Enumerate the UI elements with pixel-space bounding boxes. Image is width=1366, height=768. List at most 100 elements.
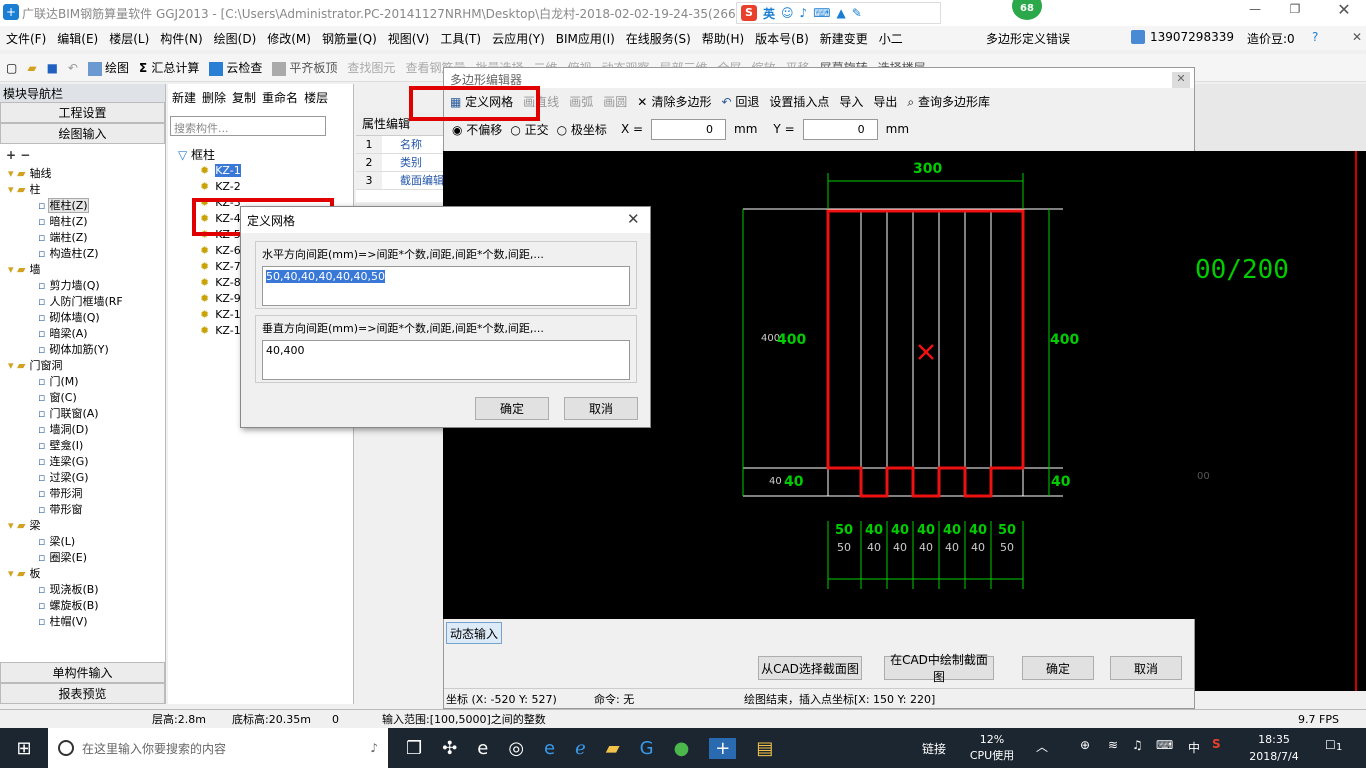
- mic-icon[interactable]: ♪: [800, 6, 808, 20]
- copy-button[interactable]: 复制: [232, 89, 256, 106]
- tray-wifi-icon[interactable]: ≋: [1108, 738, 1118, 752]
- tree-item[interactable]: ▫ 梁(L): [8, 534, 165, 550]
- notification-badge[interactable]: 68: [1012, 0, 1042, 20]
- x-input[interactable]: 0: [651, 118, 727, 140]
- wrench-icon[interactable]: ✎: [852, 6, 862, 20]
- component-item[interactable]: ✹ KZ-2: [200, 179, 353, 195]
- ie2-icon[interactable]: ℯ: [575, 738, 586, 759]
- tb-draw[interactable]: 绘图: [87, 59, 129, 76]
- menu-user[interactable]: 小二: [879, 30, 903, 47]
- close-button[interactable]: ✕: [1326, 0, 1362, 22]
- fan-icon[interactable]: ✣: [442, 738, 457, 759]
- keyboard-icon[interactable]: ⌨: [813, 6, 830, 20]
- property-row[interactable]: 2 类别: [356, 154, 446, 172]
- radio-ortho[interactable]: ○ 正交: [510, 121, 548, 138]
- horizontal-spacing-input[interactable]: 50,40,40,40,40,40,50: [262, 266, 630, 306]
- save-icon[interactable]: ■: [47, 61, 58, 75]
- menu-floor[interactable]: 楼层(L): [109, 30, 149, 47]
- tb-find[interactable]: 查找图元: [347, 59, 395, 76]
- dynamic-input-button[interactable]: 动态输入: [446, 622, 502, 644]
- tree-item[interactable]: ▫ 圈梁(E): [8, 550, 165, 566]
- set-insert-point-button[interactable]: 设置插入点: [769, 93, 829, 110]
- tray-network-icon[interactable]: ⊕: [1080, 738, 1090, 752]
- vertical-spacing-input[interactable]: 40,400: [262, 340, 630, 380]
- menu-help[interactable]: 帮助(H): [702, 30, 744, 47]
- ggj-app-icon[interactable]: +: [709, 737, 737, 759]
- price-beans[interactable]: 造价豆:0: [1247, 30, 1295, 47]
- tree-group[interactable]: ▾ ▰ 门窗洞: [8, 358, 165, 374]
- poly-close-button[interactable]: ✕: [1172, 72, 1190, 88]
- menu-modify[interactable]: 修改(M): [267, 30, 311, 47]
- menu-file[interactable]: 文件(F): [6, 30, 46, 47]
- tree-item[interactable]: ▫ 端柱(Z): [8, 230, 165, 246]
- rename-button[interactable]: 重命名: [262, 89, 298, 106]
- tree-group[interactable]: ▾ ▰ 梁: [8, 518, 165, 534]
- menu-tools[interactable]: 工具(T): [440, 30, 481, 47]
- tree-group[interactable]: ▾ ▰ 板: [8, 566, 165, 582]
- draw-circle-button[interactable]: 画圆: [603, 93, 627, 110]
- tree-item[interactable]: ▫ 剪力墙(Q): [8, 278, 165, 294]
- report-preview-button[interactable]: 报表预览: [0, 683, 165, 704]
- menu-view[interactable]: 视图(V): [388, 30, 430, 47]
- component-item[interactable]: ✹ KZ-1: [200, 163, 353, 179]
- menu-online[interactable]: 在线服务(S): [626, 30, 691, 47]
- clear-polygon-button[interactable]: ✕ 清除多边形: [637, 93, 711, 110]
- tree-group[interactable]: ▾ ▰ 轴线: [8, 166, 165, 182]
- tree-item[interactable]: ▫ 框柱(Z): [8, 198, 165, 214]
- cad-draw-button[interactable]: 在CAD中绘制截面图: [884, 653, 994, 684]
- expand-collapse-icons[interactable]: + −: [0, 144, 165, 166]
- tree-item[interactable]: ▫ 现浇板(B): [8, 582, 165, 598]
- ie-icon[interactable]: e: [477, 738, 488, 759]
- tree-item[interactable]: ▫ 砌体加筋(Y): [8, 342, 165, 358]
- tb-cloud-check[interactable]: 云检查: [209, 59, 262, 76]
- tree-root-frame-column[interactable]: ▽ 框柱: [178, 146, 353, 163]
- maximize-button[interactable]: ❐: [1280, 2, 1310, 22]
- open-file-icon[interactable]: ▰: [27, 61, 36, 75]
- tree-item[interactable]: ▫ 带形窗: [8, 502, 165, 518]
- floor-button[interactable]: 楼层: [304, 89, 328, 106]
- ime-lang-label[interactable]: 英: [763, 5, 775, 22]
- tree-item[interactable]: ▫ 人防门框墙(RF: [8, 294, 165, 310]
- windows-start-icon[interactable]: ⊞: [0, 728, 48, 768]
- tray-volume-icon[interactable]: ♫: [1132, 738, 1143, 752]
- glodon-g-icon[interactable]: G: [640, 738, 654, 759]
- menu-bim[interactable]: BIM应用(I): [556, 30, 615, 47]
- dialog-close-icon[interactable]: ✕: [627, 210, 640, 228]
- tree-item[interactable]: ▫ 柱帽(V): [8, 614, 165, 630]
- tb-summary[interactable]: Σ 汇总计算: [139, 59, 199, 76]
- y-input[interactable]: 0: [802, 118, 878, 140]
- tray-sogou-icon[interactable]: S: [1212, 737, 1221, 751]
- tree-item[interactable]: ▫ 砌体墙(Q): [8, 310, 165, 326]
- tree-item[interactable]: ▫ 连梁(G): [8, 454, 165, 470]
- menu-draw[interactable]: 绘图(D): [214, 30, 257, 47]
- poly-cancel-button[interactable]: 取消: [1110, 656, 1182, 680]
- property-row[interactable]: 3 截面编辑: [356, 172, 446, 190]
- undo-icon[interactable]: ↶: [68, 61, 78, 75]
- property-row[interactable]: 1 名称: [356, 136, 446, 154]
- notes-app-icon[interactable]: ▤: [756, 738, 773, 759]
- poly-ok-button[interactable]: 确定: [1022, 656, 1094, 680]
- tree-item[interactable]: ▫ 门(M): [8, 374, 165, 390]
- cad-select-button[interactable]: 从CAD选择截面图: [758, 656, 862, 680]
- import-button[interactable]: 导入: [839, 93, 863, 110]
- tray-chevron-icon[interactable]: ︿: [1036, 738, 1048, 755]
- main-canvas[interactable]: 00/200 00: [1195, 151, 1366, 691]
- task-view-icon[interactable]: ❐: [406, 738, 422, 759]
- single-component-input-button[interactable]: 单构件输入: [0, 662, 165, 683]
- menu-component[interactable]: 构件(N): [160, 30, 202, 47]
- draw-input-button[interactable]: 绘图输入: [0, 123, 165, 144]
- menu-cloud[interactable]: 云应用(Y): [492, 30, 545, 47]
- menu-edit[interactable]: 编辑(E): [57, 30, 98, 47]
- grid-ok-button[interactable]: 确定: [475, 397, 549, 420]
- help-icon[interactable]: ?: [1312, 30, 1318, 44]
- menu-close-icon[interactable]: ✕: [1352, 30, 1362, 44]
- new-component-button[interactable]: 新建: [172, 89, 196, 106]
- radio-polar[interactable]: ○ 极坐标: [557, 121, 607, 138]
- skin-icon[interactable]: ▲: [837, 6, 846, 20]
- radio-no-offset[interactable]: ◉ 不偏移: [452, 121, 502, 138]
- tray-keyboard-icon[interactable]: ⌨: [1156, 738, 1173, 752]
- chrome-icon[interactable]: ◎: [508, 738, 524, 759]
- tree-item[interactable]: ▫ 过梁(G): [8, 470, 165, 486]
- green-app-icon[interactable]: ●: [674, 738, 690, 759]
- tree-item[interactable]: ▫ 暗柱(Z): [8, 214, 165, 230]
